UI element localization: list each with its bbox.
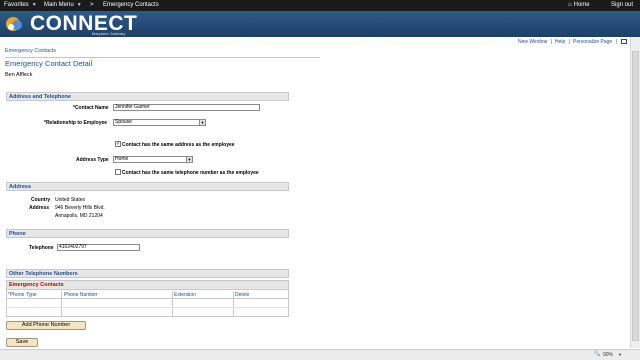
home-link[interactable]: ⌂ Home bbox=[568, 2, 590, 8]
top-nav-bar: Favorites ▼ Main Menu ▼ > Emergency Cont… bbox=[0, 0, 640, 11]
zoom-level[interactable]: 90% bbox=[603, 352, 613, 358]
home-label: Home bbox=[573, 2, 590, 8]
relationship-select[interactable]: Spouse ▼ bbox=[113, 119, 206, 126]
chevron-down-icon: ▼ bbox=[186, 157, 192, 162]
browser-status-bar: 🔍 90% ▼ bbox=[0, 349, 640, 360]
section-address: Address bbox=[6, 182, 289, 191]
column-divider bbox=[172, 291, 173, 316]
contact-name-input[interactable]: Jennifer Garner bbox=[113, 104, 260, 111]
same-phone-checkbox[interactable] bbox=[115, 169, 121, 175]
employee-name: Ben Affleck bbox=[5, 72, 33, 78]
personalize-page-link[interactable]: Personalize Page bbox=[573, 39, 612, 45]
country-value: United States bbox=[55, 197, 86, 203]
telephone-label: Telephone bbox=[29, 245, 54, 251]
zoom-icon: 🔍 bbox=[594, 351, 601, 357]
breadcrumb-current[interactable]: Emergency Contacts bbox=[103, 2, 159, 8]
sign-out-link[interactable]: Sign out bbox=[611, 2, 633, 8]
toolbar-separator: | bbox=[569, 39, 571, 45]
help-link[interactable]: Help bbox=[555, 39, 565, 45]
address-type-label: Address Type bbox=[76, 157, 109, 163]
address-line1: 946 Beverly Hills Blvd. bbox=[55, 205, 105, 211]
column-header[interactable]: *Phone Type bbox=[8, 292, 37, 298]
chevron-down-icon[interactable]: ▼ bbox=[618, 352, 622, 357]
toolbar-separator: | bbox=[551, 39, 553, 45]
toolbar-separator: | bbox=[616, 39, 618, 45]
grid-title: Emergency Contacts bbox=[7, 281, 288, 290]
section-title: Other Telephone Numbers bbox=[9, 271, 78, 277]
section-address-telephone: Address and Telephone bbox=[6, 92, 289, 101]
address-line2: Annapolis, MD 21204 bbox=[55, 213, 103, 219]
same-address-label: Contact has the same address as the empl… bbox=[122, 142, 235, 148]
page-breadcrumb[interactable]: Emergency Contacts bbox=[5, 48, 56, 54]
home-icon: ⌂ bbox=[568, 2, 572, 8]
section-title: Phone bbox=[9, 231, 26, 237]
breadcrumb-separator: > bbox=[90, 2, 94, 8]
column-header[interactable]: Phone Number bbox=[64, 292, 98, 298]
same-address-checkbox[interactable]: ✓ bbox=[115, 141, 121, 147]
section-title: Address bbox=[9, 184, 32, 190]
save-button[interactable]: Save bbox=[6, 338, 38, 347]
grid-header-row: *Phone Type Phone Number Extension Delet… bbox=[7, 291, 288, 299]
add-phone-number-button[interactable]: Add Phone Number bbox=[6, 321, 86, 330]
main-menu[interactable]: Main Menu ▼ bbox=[44, 2, 82, 8]
favorites-menu[interactable]: Favorites ▼ bbox=[4, 2, 37, 8]
favorites-label: Favorites bbox=[4, 2, 29, 8]
chevron-down-icon: ▼ bbox=[76, 2, 82, 8]
chevron-down-icon: ▼ bbox=[31, 2, 37, 8]
breadcrumb-underline bbox=[5, 57, 320, 58]
page-title: Emergency Contact Detail bbox=[5, 59, 93, 68]
new-window-link[interactable]: New Window bbox=[518, 39, 547, 45]
checkmark-icon: ✓ bbox=[116, 141, 121, 147]
scrollbar-thumb[interactable] bbox=[632, 51, 639, 341]
same-phone-label: Contact has the same telephone number as… bbox=[122, 170, 259, 176]
address-label: Address bbox=[29, 205, 50, 211]
contact-name-label: *Contact Name bbox=[73, 105, 109, 111]
column-header[interactable]: Extension bbox=[174, 292, 196, 298]
relationship-label: *Relationship to Employee bbox=[44, 120, 108, 126]
page-toolbar: New Window | Help | Personalize Page | bbox=[0, 38, 630, 46]
table-row bbox=[7, 307, 288, 308]
column-divider bbox=[61, 291, 62, 316]
emergency-contacts-grid: Emergency Contacts *Phone Type Phone Num… bbox=[6, 280, 289, 317]
section-phone: Phone bbox=[6, 229, 289, 238]
relationship-value: Spouse bbox=[115, 119, 132, 125]
header-banner: CONNECT Maryland Judiciary bbox=[0, 11, 640, 37]
vertical-scrollbar[interactable] bbox=[630, 37, 640, 348]
section-title: Address and Telephone bbox=[9, 94, 71, 100]
section-other-telephone: Other Telephone Numbers bbox=[6, 269, 289, 278]
column-header[interactable]: Delete bbox=[235, 292, 249, 298]
address-type-value: Home bbox=[115, 156, 129, 162]
address-type-select[interactable]: Home ▼ bbox=[113, 156, 193, 163]
column-divider bbox=[233, 291, 234, 316]
page-options-icon[interactable] bbox=[621, 39, 627, 44]
main-menu-label: Main Menu bbox=[44, 2, 74, 8]
telephone-input[interactable]: 4102402797 bbox=[57, 244, 140, 251]
logo-subtitle: Maryland Judiciary bbox=[92, 31, 126, 36]
connect-logo-icon bbox=[6, 17, 22, 31]
chevron-down-icon: ▼ bbox=[199, 120, 205, 125]
country-label: Country bbox=[31, 197, 51, 203]
